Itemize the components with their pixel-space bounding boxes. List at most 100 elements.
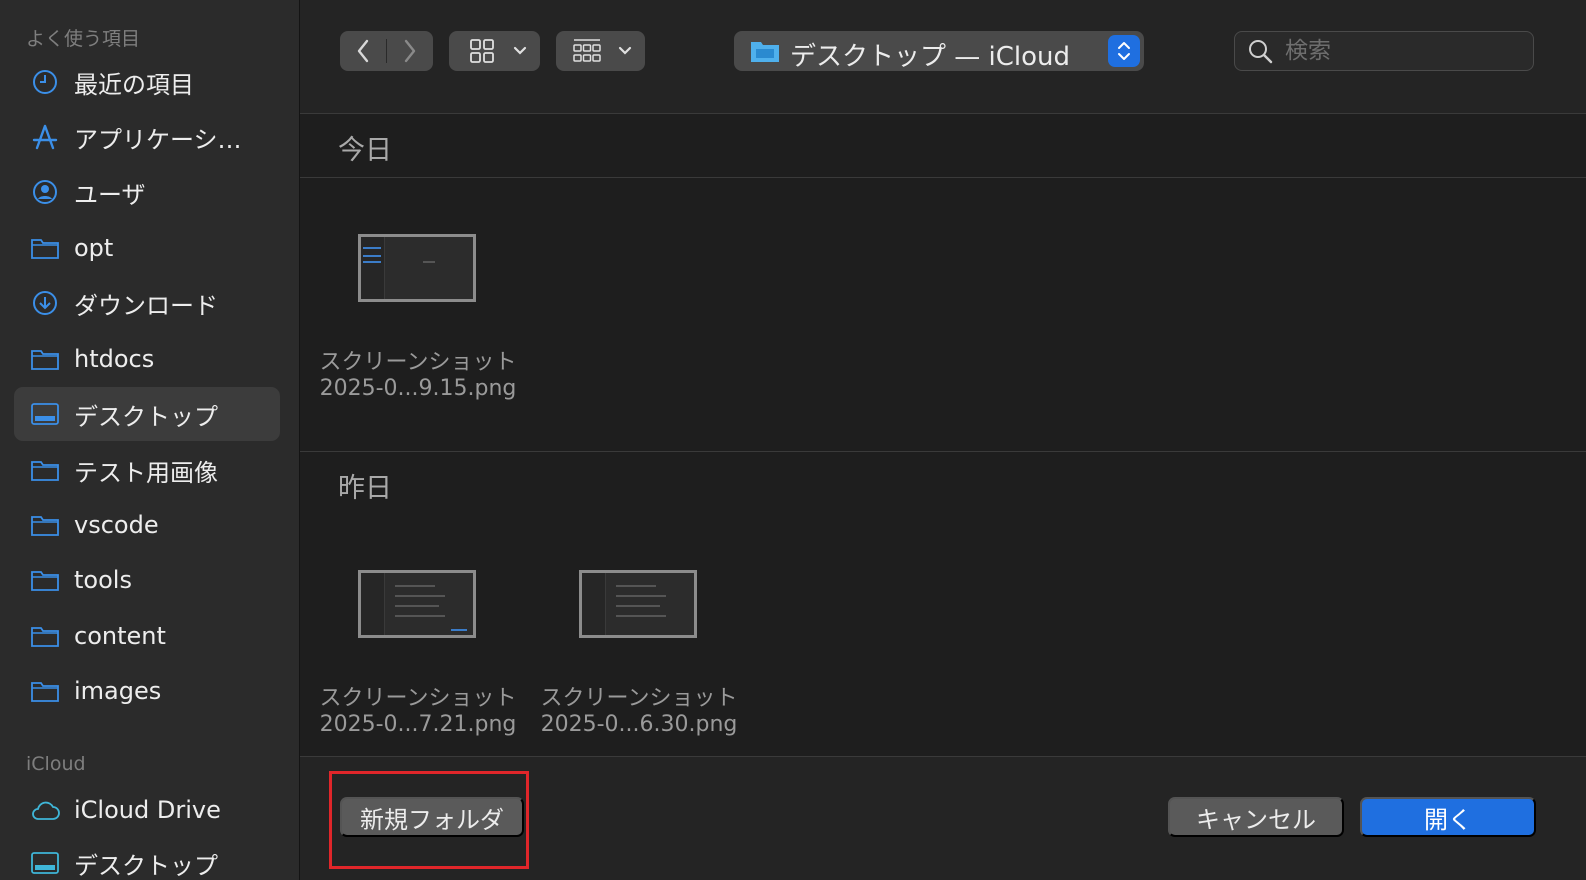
sidebar-item-test-images[interactable]: テスト用画像: [14, 443, 280, 497]
sidebar-item-desktop[interactable]: デスクトップ: [14, 387, 280, 441]
sidebar-item-tools[interactable]: tools: [14, 553, 280, 607]
thumb-line: [395, 605, 439, 607]
location-popup[interactable]: デスクトップ — iCloud: [734, 31, 1144, 72]
chevron-left-icon: [357, 39, 369, 63]
thumb-line: [363, 255, 381, 257]
folder-icon: [30, 566, 60, 594]
thumb-line: [395, 585, 435, 587]
download-icon: [30, 289, 60, 317]
sidebar-item-label: ダウンロード: [74, 291, 218, 320]
folder-icon: [30, 456, 60, 484]
user-circle-icon: [30, 178, 60, 206]
grid-view-icon: [470, 39, 494, 63]
file-name-line2: 2025-0...6.30.png: [540, 712, 738, 737]
group-title: 今日: [338, 135, 392, 166]
sidebar-item-label: ユーザ: [74, 180, 146, 209]
file-thumbnail: [358, 234, 476, 302]
sidebar-item-images[interactable]: images: [14, 664, 280, 718]
toolbar: デスクトップ — iCloud: [300, 0, 1586, 114]
sidebar-item-user[interactable]: ユーザ: [14, 165, 280, 219]
group-icon: [573, 39, 601, 62]
back-button[interactable]: [340, 31, 386, 71]
chevron-down-icon: [618, 46, 632, 55]
desktop-icon: [30, 400, 60, 428]
open-button[interactable]: 開く: [1360, 797, 1536, 837]
sidebar-item-label: vscode: [74, 511, 159, 539]
clock-icon: [30, 68, 60, 96]
thumb-line: [616, 595, 666, 597]
group-title: 昨日: [338, 473, 392, 504]
up-down-chevron-icon: [1118, 42, 1130, 60]
sidebar-item-vscode[interactable]: vscode: [14, 498, 280, 552]
file-thumbnail: [579, 570, 697, 638]
file-item[interactable]: スクリーンショット 2025-0...9.15.png: [308, 234, 528, 434]
favorites-section-title: よく使う項目: [26, 28, 141, 50]
file-browser: 今日 スクリーンショット 2025-0...9.15.png 昨日 スクリーンシ…: [300, 114, 1586, 756]
nav-buttons: [340, 31, 433, 71]
sidebar-item-label: iCloud Drive: [74, 796, 221, 824]
sidebar-item-icloud-drive[interactable]: iCloud Drive: [14, 783, 280, 837]
file-item[interactable]: スクリーンショット 2025-0...6.30.png: [529, 570, 749, 770]
thumb-line: [616, 605, 660, 607]
folder-icon: [751, 42, 779, 62]
chevron-down-icon: [513, 46, 527, 55]
sidebar-item-label: images: [74, 677, 162, 705]
sidebar-item-downloads[interactable]: ダウンロード: [14, 276, 280, 330]
sidebar-item-icloud-desktop[interactable]: デスクトップ: [14, 836, 280, 880]
applications-icon: [30, 123, 60, 151]
sidebar-item-opt[interactable]: opt: [14, 221, 280, 275]
search-icon: [1249, 40, 1273, 64]
folder-icon: [30, 511, 60, 539]
sidebar-item-label: アプリケーシ…: [74, 125, 242, 154]
sidebar-item-label: デスクトップ: [74, 851, 218, 880]
file-name-line2: 2025-0...9.15.png: [319, 376, 517, 401]
highlight-box: [329, 771, 529, 869]
file-name-line1: スクリーンショット: [319, 686, 517, 711]
thumb-line: [616, 585, 656, 587]
search-input[interactable]: [1285, 36, 1525, 66]
sidebar-item-label: tools: [74, 566, 132, 594]
sidebar-item-label: opt: [74, 234, 114, 262]
sidebar-item-label: content: [74, 622, 166, 650]
cloud-icon: [30, 796, 60, 824]
thumb-line: [363, 261, 381, 263]
cancel-button[interactable]: キャンセル: [1168, 797, 1344, 837]
folder-icon: [30, 234, 60, 262]
desktop-icon: [30, 849, 60, 877]
sidebar-item-label: htdocs: [74, 345, 155, 373]
dialog-footer: 新規フォルダ キャンセル 開く: [300, 756, 1586, 880]
view-mode-button[interactable]: [449, 31, 540, 71]
forward-button[interactable]: [387, 31, 433, 71]
thumb-line: [395, 615, 445, 617]
file-item[interactable]: スクリーンショット 2025-0...7.21.png: [308, 570, 528, 770]
group-header-today: 今日: [300, 114, 1586, 178]
folder-icon: [30, 345, 60, 373]
thumb-line: [616, 615, 666, 617]
thumb-line: [363, 247, 381, 249]
sidebar-item-label: デスクトップ: [74, 402, 218, 431]
thumb-line: [451, 629, 467, 631]
chevron-right-icon: [404, 39, 416, 63]
sidebar-item-htdocs[interactable]: htdocs: [14, 332, 280, 386]
search-field: [1234, 31, 1534, 71]
group-header-yesterday: 昨日: [300, 451, 1586, 515]
thumb-sidebar: [582, 573, 606, 635]
icloud-section-title: iCloud: [26, 753, 86, 775]
sidebar-item-recents[interactable]: 最近の項目: [14, 55, 280, 109]
file-name-line2: 2025-0...7.21.png: [319, 712, 517, 737]
thumb-line: [395, 595, 445, 597]
group-by-button[interactable]: [556, 31, 645, 71]
sidebar-item-label: 最近の項目: [74, 70, 194, 99]
file-name-line1: スクリーンショット: [319, 350, 517, 375]
thumb-sidebar: [361, 573, 385, 635]
file-thumbnail: [358, 570, 476, 638]
folder-icon: [30, 677, 60, 705]
sidebar-item-label: テスト用画像: [74, 458, 218, 487]
sidebar: よく使う項目 最近の項目 アプリケーシ… ユーザ opt ダウンロード htdo…: [0, 0, 300, 880]
folder-icon: [30, 622, 60, 650]
location-label: デスクトップ — iCloud: [790, 42, 1071, 72]
thumb-line: [423, 261, 435, 263]
sidebar-item-content[interactable]: content: [14, 609, 280, 663]
location-stepper: [1108, 35, 1140, 67]
sidebar-item-applications[interactable]: アプリケーシ…: [14, 110, 280, 164]
